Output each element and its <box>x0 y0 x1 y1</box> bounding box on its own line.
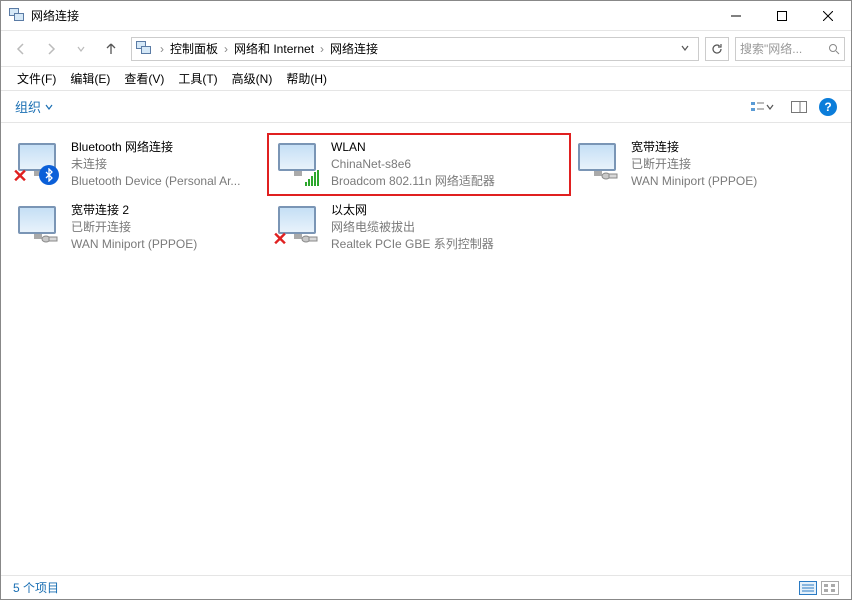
connection-text: 宽带连接已断开连接WAN Miniport (PPPOE) <box>631 139 757 190</box>
menu-view[interactable]: 查看(V) <box>122 68 166 89</box>
connection-status: 已断开连接 <box>631 156 757 173</box>
network-connections-icon <box>9 8 25 24</box>
connection-icon: ✕ <box>273 202 321 250</box>
connection-name: 宽带连接 <box>631 139 757 156</box>
menu-edit[interactable]: 编辑(E) <box>68 68 112 89</box>
view-options-button[interactable] <box>745 95 779 119</box>
connection-item[interactable]: ✕ 以太网网络电缆被拔出Realtek PCIe GBE 系列控制器 <box>269 198 529 257</box>
connection-status: ChinaNet-s8e6 <box>331 156 495 173</box>
connection-name: Bluetooth 网络连接 <box>71 139 240 156</box>
plug-icon <box>301 230 319 248</box>
connection-item[interactable]: 宽带连接已断开连接WAN Miniport (PPPOE) <box>569 135 829 194</box>
plug-icon <box>41 230 59 248</box>
preview-pane-button[interactable] <box>787 95 811 119</box>
connection-text: Bluetooth 网络连接未连接Bluetooth Device (Perso… <box>71 139 240 190</box>
recent-dropdown[interactable] <box>67 35 95 63</box>
connection-icon <box>573 139 621 187</box>
organize-button[interactable]: 组织 <box>15 97 53 116</box>
minimize-button[interactable] <box>713 1 759 30</box>
menu-advanced[interactable]: 高级(N) <box>230 68 275 89</box>
titlebar: 网络连接 <box>1 1 851 31</box>
connection-text: 以太网网络电缆被拔出Realtek PCIe GBE 系列控制器 <box>331 202 494 253</box>
connection-status: 网络电缆被拔出 <box>331 219 494 236</box>
chevron-right-icon: › <box>318 42 326 56</box>
connection-icon: ✕ <box>13 139 61 187</box>
wifi-signal-icon <box>303 169 321 187</box>
monitor-icon <box>278 143 316 171</box>
connection-name: 宽带连接 2 <box>71 202 197 219</box>
connection-device: Broadcom 802.11n 网络适配器 <box>331 173 495 190</box>
content-area: ✕ Bluetooth 网络连接未连接Bluetooth Device (Pers… <box>1 123 851 575</box>
search-icon <box>828 43 840 55</box>
details-view-button[interactable] <box>799 581 817 595</box>
window-title: 网络连接 <box>31 7 713 24</box>
search-input[interactable]: 搜索"网络... <box>735 37 845 61</box>
connection-icon <box>13 202 61 250</box>
error-icon: ✕ <box>11 167 29 185</box>
window-controls <box>713 1 851 30</box>
connection-name: WLAN <box>331 139 495 156</box>
breadcrumb-control-panel[interactable]: 控制面板 <box>166 40 222 57</box>
connection-status: 未连接 <box>71 156 240 173</box>
connection-item[interactable]: 宽带连接 2已断开连接WAN Miniport (PPPOE) <box>9 198 269 257</box>
connection-text: 宽带连接 2已断开连接WAN Miniport (PPPOE) <box>71 202 197 253</box>
connection-icon <box>273 139 321 187</box>
refresh-button[interactable] <box>705 37 729 61</box>
maximize-button[interactable] <box>759 1 805 30</box>
connection-device: WAN Miniport (PPPOE) <box>631 173 757 190</box>
item-count: 5 个项目 <box>13 579 59 596</box>
connection-status: 已断开连接 <box>71 219 197 236</box>
connection-device: Bluetooth Device (Personal Ar... <box>71 173 240 190</box>
address-icon <box>136 41 152 57</box>
search-placeholder: 搜索"网络... <box>740 40 802 57</box>
connection-name: 以太网 <box>331 202 494 219</box>
connection-device: Realtek PCIe GBE 系列控制器 <box>331 236 494 253</box>
connection-text: WLANChinaNet-s8e6Broadcom 802.11n 网络适配器 <box>331 139 495 190</box>
status-views <box>799 581 839 595</box>
connection-device: WAN Miniport (PPPOE) <box>71 236 197 253</box>
chevron-down-icon <box>766 103 774 111</box>
large-icons-view-button[interactable] <box>821 581 839 595</box>
window: 网络连接 › 控制面板 › 网络和 Internet › 网络连接 搜索"网络.… <box>0 0 852 600</box>
close-button[interactable] <box>805 1 851 30</box>
error-icon: ✕ <box>271 230 289 248</box>
toolbar: 组织 ? <box>1 91 851 123</box>
address-dropdown[interactable] <box>676 42 694 56</box>
breadcrumb-network-connections[interactable]: 网络连接 <box>326 40 382 57</box>
address-bar[interactable]: › 控制面板 › 网络和 Internet › 网络连接 <box>131 37 699 61</box>
breadcrumb-network-internet[interactable]: 网络和 Internet <box>230 40 318 57</box>
plug-icon <box>601 167 619 185</box>
menu-help[interactable]: 帮助(H) <box>284 68 329 89</box>
connection-item[interactable]: ✕ Bluetooth 网络连接未连接Bluetooth Device (Pers… <box>9 135 269 194</box>
up-button[interactable] <box>97 35 125 63</box>
bluetooth-icon <box>39 165 59 185</box>
navbar: › 控制面板 › 网络和 Internet › 网络连接 搜索"网络... <box>1 31 851 67</box>
menubar: 文件(F) 编辑(E) 查看(V) 工具(T) 高级(N) 帮助(H) <box>1 67 851 91</box>
toolbar-right: ? <box>745 95 837 119</box>
menu-tools[interactable]: 工具(T) <box>176 68 219 89</box>
chevron-right-icon: › <box>158 42 166 56</box>
chevron-down-icon <box>45 103 53 111</box>
back-button[interactable] <box>7 35 35 63</box>
organize-label: 组织 <box>15 97 41 116</box>
chevron-right-icon: › <box>222 42 230 56</box>
help-button[interactable]: ? <box>819 98 837 116</box>
menu-file[interactable]: 文件(F) <box>15 68 58 89</box>
forward-button[interactable] <box>37 35 65 63</box>
connection-item[interactable]: WLANChinaNet-s8e6Broadcom 802.11n 网络适配器 <box>269 135 569 194</box>
statusbar: 5 个项目 <box>1 575 851 599</box>
